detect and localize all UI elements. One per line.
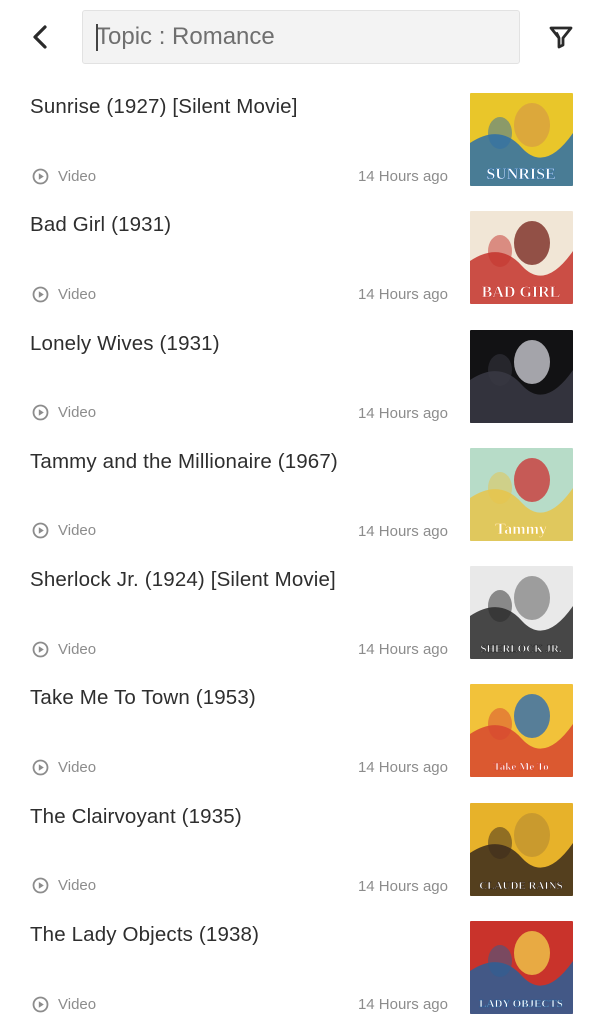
movie-poster-thumbnail[interactable]: BAD GIRL xyxy=(470,211,573,305)
movie-poster-thumbnail[interactable] xyxy=(470,329,573,423)
chevron-left-icon xyxy=(33,25,47,49)
play-circle-icon xyxy=(32,522,49,539)
item-type: Video xyxy=(32,994,96,1014)
play-circle-icon xyxy=(32,877,49,894)
item-type-label: Video xyxy=(58,877,97,895)
item-timestamp: 14 Hours ago xyxy=(357,522,448,540)
movie-poster-thumbnail[interactable]: SHERLOCK JR. xyxy=(470,566,573,660)
search-input[interactable] xyxy=(96,23,519,51)
list-item[interactable]: Sherlock Jr. (1924) [Silent Movie] Video… xyxy=(0,553,600,671)
item-type: Video xyxy=(32,757,96,777)
item-timestamp: 14 Hours ago xyxy=(357,641,448,659)
movie-poster-thumbnail[interactable]: Take Me To xyxy=(470,684,573,778)
play-circle-icon xyxy=(32,996,49,1012)
play-circle-icon xyxy=(32,759,49,776)
item-title: The Lady Objects (1938) xyxy=(30,923,260,947)
filter-button[interactable] xyxy=(546,22,576,52)
search-results-screen: Sunrise (1927) [Silent Movie] Video 14 H… xyxy=(0,0,600,1024)
item-title: Take Me To Town (1953) xyxy=(30,686,256,710)
item-title: Lonely Wives (1931) xyxy=(30,331,220,355)
item-title: The Clairvoyant (1935) xyxy=(30,804,242,828)
list-item[interactable]: Tammy and the Millionaire (1967) Video 1… xyxy=(0,435,600,553)
poster-image xyxy=(470,329,573,423)
poster-title-text: CLAUDE RAINS xyxy=(479,880,562,892)
item-timestamp: 14 Hours ago xyxy=(357,168,448,185)
search-field[interactable] xyxy=(82,10,520,64)
item-type-label: Video xyxy=(58,758,97,776)
movie-poster-thumbnail[interactable]: LADY OBJECTS xyxy=(470,921,573,1015)
poster-image: SHERLOCK JR. xyxy=(470,566,573,660)
list-item[interactable]: Sunrise (1927) [Silent Movie] Video 14 H… xyxy=(0,80,600,198)
movie-poster-thumbnail[interactable]: SUNRISE xyxy=(470,93,573,186)
poster-title-text: SHERLOCK JR. xyxy=(480,643,562,655)
item-title: Sherlock Jr. (1924) [Silent Movie] xyxy=(30,568,336,592)
play-circle-icon xyxy=(32,168,49,184)
play-circle-icon xyxy=(32,404,49,421)
item-type-label: Video xyxy=(58,995,97,1013)
item-title: Tammy and the Millionaire (1967) xyxy=(30,449,338,473)
item-title: Sunrise (1927) [Silent Movie] xyxy=(30,95,298,118)
movie-poster-thumbnail[interactable]: Tammy xyxy=(470,447,573,541)
poster-image: Take Me To xyxy=(470,684,573,778)
movie-poster-thumbnail[interactable]: CLAUDE RAINS xyxy=(470,802,573,896)
text-cursor xyxy=(96,24,98,51)
poster-title-text: BAD GIRL xyxy=(482,284,561,301)
item-type: Video xyxy=(32,403,96,423)
item-type-label: Video xyxy=(58,640,97,658)
item-type: Video xyxy=(32,639,96,659)
back-button[interactable] xyxy=(24,20,58,54)
item-type-label: Video xyxy=(58,285,97,303)
poster-title-text: LADY OBJECTS xyxy=(479,998,563,1010)
poster-image: CLAUDE RAINS xyxy=(470,802,573,896)
list-item[interactable]: The Lady Objects (1938) Video 14 Hours a… xyxy=(0,908,600,1024)
item-type: Video xyxy=(32,876,96,896)
list-item[interactable]: Bad Girl (1931) Video 14 Hours ago BAD G… xyxy=(0,198,600,316)
results-list: Sunrise (1927) [Silent Movie] Video 14 H… xyxy=(0,80,600,1024)
poster-image: Tammy xyxy=(470,447,573,541)
item-timestamp: 14 Hours ago xyxy=(357,286,448,304)
poster-image: SUNRISE xyxy=(470,93,573,186)
top-bar xyxy=(0,0,600,76)
item-title: Bad Girl (1931) xyxy=(30,213,172,237)
list-item[interactable]: The Clairvoyant (1935) Video 14 Hours ag… xyxy=(0,790,600,908)
item-type: Video xyxy=(32,284,96,304)
play-circle-icon xyxy=(32,641,49,658)
item-type: Video xyxy=(32,521,96,541)
poster-title-text: Tammy xyxy=(495,521,547,538)
poster-image: BAD GIRL xyxy=(470,211,573,305)
item-timestamp: 14 Hours ago xyxy=(357,759,448,777)
item-type-label: Video xyxy=(58,167,97,185)
poster-title-text: Take Me To xyxy=(493,761,549,773)
list-item[interactable]: Lonely Wives (1931) Video 14 Hours ago xyxy=(0,317,600,435)
item-type-label: Video xyxy=(58,522,97,540)
item-timestamp: 14 Hours ago xyxy=(357,877,448,895)
item-timestamp: 14 Hours ago xyxy=(357,996,448,1014)
item-type-label: Video xyxy=(58,404,97,422)
poster-title-text: SUNRISE xyxy=(486,166,555,183)
item-timestamp: 14 Hours ago xyxy=(357,404,448,422)
filter-icon xyxy=(549,26,573,49)
poster-image: LADY OBJECTS xyxy=(470,921,573,1015)
play-circle-icon xyxy=(32,286,49,303)
item-type: Video xyxy=(32,166,96,186)
list-item[interactable]: Take Me To Town (1953) Video 14 Hours ag… xyxy=(0,671,600,789)
